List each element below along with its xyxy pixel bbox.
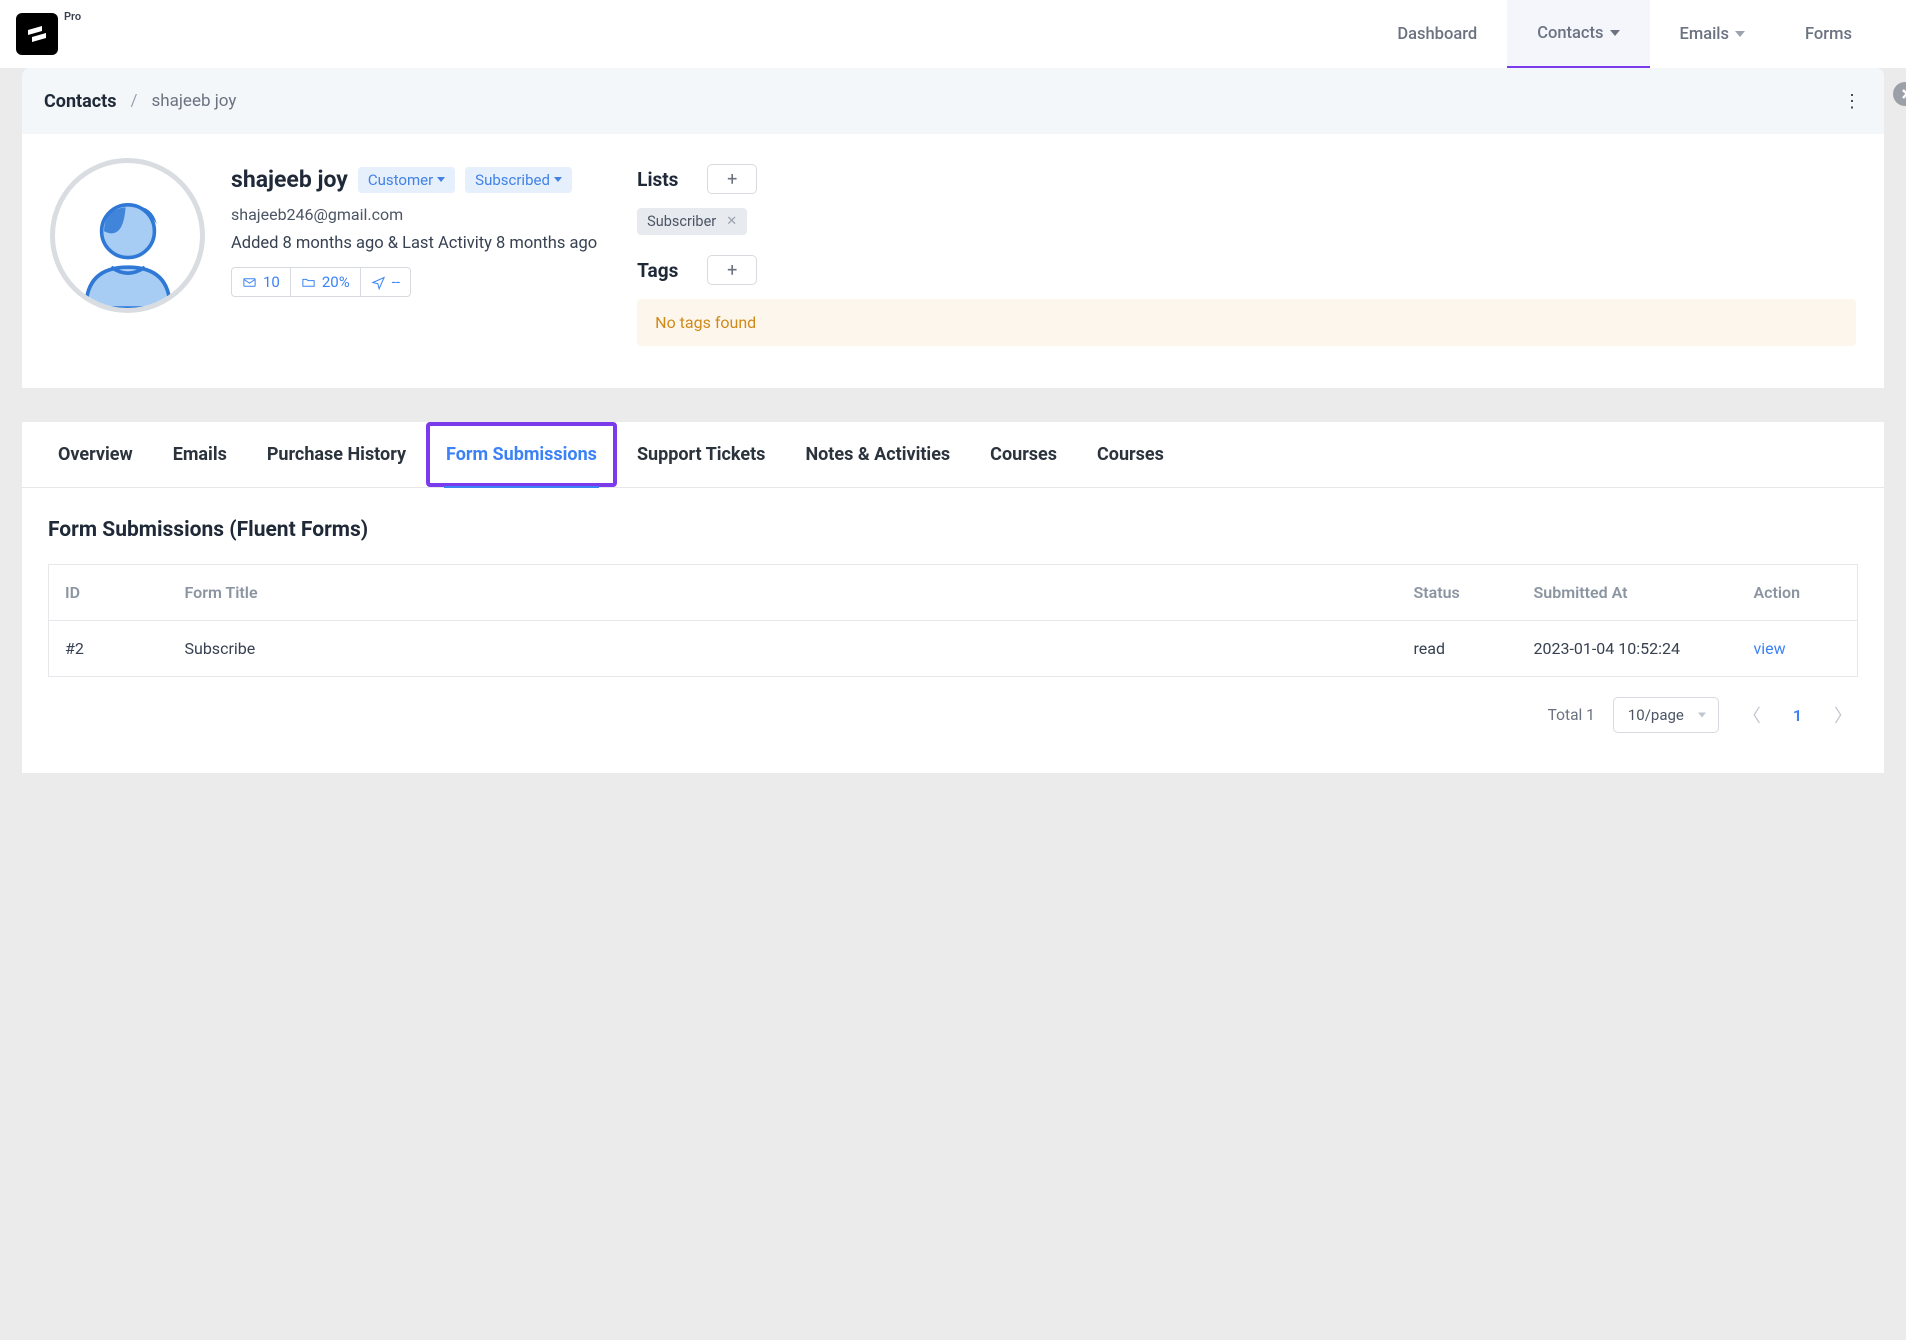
list-chip[interactable]: Subscriber ✕ xyxy=(637,208,747,235)
lists-title: Lists xyxy=(637,168,687,191)
pagination: Total 1 10/page 〈 1 〉 xyxy=(48,697,1858,733)
role-pill[interactable]: Customer xyxy=(358,167,455,193)
nav-label: Emails xyxy=(1680,25,1730,44)
stat-value: 20% xyxy=(322,273,350,291)
tab-emails[interactable]: Emails xyxy=(153,422,247,487)
status-pill[interactable]: Subscribed xyxy=(465,167,572,193)
contact-name: shajeeb joy xyxy=(231,166,348,193)
tab-overview[interactable]: Overview xyxy=(38,422,153,487)
breadcrumb-root[interactable]: Contacts xyxy=(44,91,116,112)
nav-dashboard[interactable]: Dashboard xyxy=(1367,0,1507,68)
tags-title: Tags xyxy=(637,259,687,282)
col-action: Action xyxy=(1738,565,1858,621)
nav-label: Dashboard xyxy=(1397,25,1477,44)
tab-label: Courses xyxy=(990,444,1057,465)
pagination-total: Total 1 xyxy=(1548,706,1595,724)
table-row: #2 Subscribe read 2023-01-04 10:52:24 vi… xyxy=(49,621,1858,677)
cell-status: read xyxy=(1398,621,1518,677)
nav-contacts[interactable]: Contacts xyxy=(1507,0,1649,68)
stat-value: -- xyxy=(392,273,400,291)
nav-forms[interactable]: Forms xyxy=(1775,0,1882,68)
nav-emails[interactable]: Emails xyxy=(1650,0,1776,68)
tab-label: Notes & Activities xyxy=(805,444,950,465)
tab-label: Purchase History xyxy=(267,444,406,465)
remove-chip-icon[interactable]: ✕ xyxy=(726,214,737,229)
cell-id: #2 xyxy=(49,621,169,677)
breadcrumb-separator: / xyxy=(130,91,137,111)
page-size-label: 10/page xyxy=(1628,706,1684,724)
chevron-down-icon xyxy=(554,177,562,182)
panel-title: Form Submissions (Fluent Forms) xyxy=(48,518,1858,542)
col-form-title: Form Title xyxy=(169,565,1398,621)
chevron-left-icon: 〈 xyxy=(1743,706,1761,727)
list-chip-label: Subscriber xyxy=(647,213,716,230)
col-submitted-at: Submitted At xyxy=(1518,565,1738,621)
send-icon xyxy=(371,275,386,290)
tab-form-submissions[interactable]: Form Submissions xyxy=(426,422,617,487)
more-actions-button[interactable]: ⋮ xyxy=(1840,90,1862,112)
breadcrumb: Contacts / shajeeb joy ⋮ xyxy=(22,68,1884,134)
no-tags-message: No tags found xyxy=(637,299,1856,346)
tab-courses[interactable]: Courses xyxy=(970,422,1077,487)
cell-submitted-at: 2023-01-04 10:52:24 xyxy=(1518,621,1738,677)
role-pill-label: Customer xyxy=(368,171,433,189)
tab-label: Support Tickets xyxy=(637,444,766,465)
tab-courses-2[interactable]: Courses xyxy=(1077,422,1184,487)
expand-panel-button[interactable] xyxy=(1893,82,1906,106)
contact-tabs: Overview Emails Purchase History Form Su… xyxy=(22,422,1884,488)
pro-badge: Pro xyxy=(64,10,81,23)
stat-open-rate[interactable]: 20% xyxy=(291,268,361,296)
plus-icon: + xyxy=(727,169,737,190)
breadcrumb-current: shajeeb joy xyxy=(151,91,236,111)
stat-value: 10 xyxy=(263,273,280,291)
stat-sends[interactable]: -- xyxy=(361,268,410,296)
next-page-button[interactable]: 〉 xyxy=(1828,702,1858,728)
form-submissions-table: ID Form Title Status Submitted At Action… xyxy=(48,564,1858,677)
app-logo[interactable] xyxy=(16,13,58,55)
tab-label: Emails xyxy=(173,444,227,465)
chevron-down-icon xyxy=(1735,31,1745,37)
col-status: Status xyxy=(1398,565,1518,621)
nav-label: Forms xyxy=(1805,25,1852,44)
tab-label: Form Submissions xyxy=(446,444,597,465)
add-list-button[interactable]: + xyxy=(707,164,757,194)
page-number[interactable]: 1 xyxy=(1785,706,1810,725)
view-link[interactable]: view xyxy=(1754,639,1786,658)
stat-emails[interactable]: 10 xyxy=(232,268,291,296)
add-tag-button[interactable]: + xyxy=(707,255,757,285)
tab-support-tickets[interactable]: Support Tickets xyxy=(617,422,786,487)
cell-form-title: Subscribe xyxy=(169,621,1398,677)
chevron-down-icon xyxy=(437,177,445,182)
folder-icon xyxy=(301,275,316,290)
tab-notes-activities[interactable]: Notes & Activities xyxy=(785,422,970,487)
tab-purchase-history[interactable]: Purchase History xyxy=(247,422,426,487)
contact-email: shajeeb246@gmail.com xyxy=(231,205,597,224)
avatar xyxy=(50,158,205,313)
page-size-select[interactable]: 10/page xyxy=(1613,697,1719,733)
col-id: ID xyxy=(49,565,169,621)
mail-icon xyxy=(242,275,257,290)
prev-page-button[interactable]: 〈 xyxy=(1737,702,1767,728)
tab-label: Overview xyxy=(58,444,133,465)
kebab-icon: ⋮ xyxy=(1843,91,1859,112)
chevron-right-icon: 〉 xyxy=(1834,706,1852,727)
tab-label: Courses xyxy=(1097,444,1164,465)
chevron-down-icon xyxy=(1610,30,1620,36)
status-pill-label: Subscribed xyxy=(475,171,550,189)
contact-meta: Added 8 months ago & Last Activity 8 mon… xyxy=(231,234,597,253)
plus-icon: + xyxy=(727,260,737,281)
nav-label: Contacts xyxy=(1537,24,1603,43)
contact-stats: 10 20% -- xyxy=(231,267,411,297)
